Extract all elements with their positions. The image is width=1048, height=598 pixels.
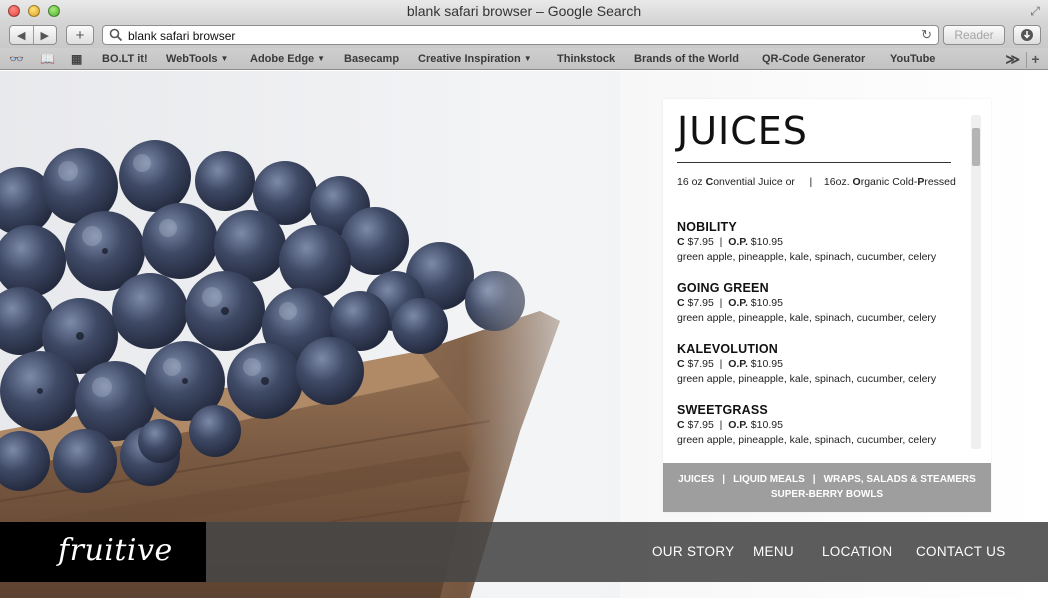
bookmark-item[interactable]: Basecamp bbox=[344, 53, 399, 65]
bookmark-item[interactable]: QR-Code Generator bbox=[762, 53, 865, 65]
chevron-down-icon: ▼ bbox=[220, 54, 229, 63]
bookmark-folder[interactable]: Creative Inspiration ▼ bbox=[418, 53, 532, 65]
bookmarks-book-icon[interactable]: 📖 bbox=[40, 52, 55, 66]
bookmark-folder[interactable]: Adobe Edge ▼ bbox=[250, 53, 325, 65]
add-bookmark-button[interactable]: + bbox=[66, 25, 94, 45]
nav-our-story[interactable]: OUR STORY bbox=[652, 544, 734, 559]
item-price: C $7.95 | O.P. $10.95 bbox=[677, 358, 783, 370]
menu-scrollbar[interactable] bbox=[971, 115, 981, 449]
item-price: C $7.95 | O.P. $10.95 bbox=[677, 419, 783, 431]
nav-location[interactable]: LOCATION bbox=[822, 544, 892, 559]
browser-toolbar: ◀ ▶ + blank safari browser ↻ Reader bbox=[0, 22, 1048, 48]
nav-contact-us[interactable]: CONTACT US bbox=[916, 544, 1006, 559]
address-bar[interactable]: blank safari browser ↻ bbox=[102, 25, 939, 45]
size-legend: 16 oz Convential Juice or | 16oz. Organi… bbox=[677, 176, 956, 188]
juice-menu-panel: JUICES 16 oz Convential Juice or | 16oz.… bbox=[663, 99, 991, 512]
bookmark-item[interactable]: BO.LT it! bbox=[102, 53, 148, 65]
menu-item: NOBILITY C $7.95 | O.P. $10.95 green app… bbox=[677, 220, 936, 263]
site-footer-nav: fruitive OUR STORY MENU LOCATION CONTACT… bbox=[0, 522, 1048, 582]
forward-button[interactable]: ▶ bbox=[34, 29, 57, 42]
search-icon bbox=[109, 28, 123, 42]
download-icon bbox=[1021, 29, 1033, 41]
tab-liquid-meals[interactable]: LIQUID MEALS bbox=[733, 474, 805, 485]
reload-icon[interactable]: ↻ bbox=[921, 27, 932, 43]
item-ingredients: green apple, pineapple, kale, spinach, c… bbox=[677, 434, 937, 446]
tab-super-berry-bowls[interactable]: SUPER-BERRY BOWLS bbox=[771, 489, 883, 500]
window-titlebar: blank safari browser – Google Search ⤢ bbox=[0, 0, 1048, 22]
scrollbar-thumb[interactable] bbox=[972, 128, 980, 166]
top-sites-grid-icon[interactable]: ▦ bbox=[71, 52, 82, 66]
downloads-button[interactable] bbox=[1013, 25, 1041, 45]
bookmarks-bar: 👓 📖 ▦ BO.LT it! WebTools ▼ Adobe Edge ▼ Ba… bbox=[0, 48, 1048, 70]
bookmarks-overflow-icon[interactable]: ≫ bbox=[1005, 51, 1020, 68]
back-forward-group: ◀ ▶ bbox=[9, 25, 57, 45]
back-button[interactable]: ◀ bbox=[10, 29, 33, 42]
reading-list-icon[interactable]: 👓 bbox=[9, 52, 24, 66]
chevron-down-icon: ▼ bbox=[523, 54, 532, 63]
new-tab-button[interactable]: + bbox=[1026, 52, 1044, 68]
item-price: C $7.95 | O.P. $10.95 bbox=[677, 297, 783, 309]
fullscreen-icon[interactable]: ⤢ bbox=[1028, 4, 1042, 18]
blueberries-hero-image bbox=[0, 71, 620, 598]
item-ingredients: green apple, pineapple, kale, spinach, c… bbox=[677, 312, 937, 324]
menu-item: KALEVOLUTION C $7.95 | O.P. $10.95 green… bbox=[677, 342, 936, 385]
divider bbox=[677, 162, 951, 163]
nav-menu[interactable]: MENU bbox=[753, 544, 794, 559]
item-ingredients: green apple, pineapple, kale, spinach, c… bbox=[677, 373, 937, 385]
tab-wraps-salads-steamers[interactable]: WRAPS, SALADS & STEAMERS bbox=[824, 474, 976, 485]
menu-item: GOING GREEN C $7.95 | O.P. $10.95 green … bbox=[677, 281, 936, 324]
url-text[interactable]: blank safari browser bbox=[128, 29, 235, 43]
menu-category-tabs: JUICES | LIQUID MEALS | WRAPS, SALADS & STEA… bbox=[663, 463, 991, 512]
logo-container[interactable]: fruitive bbox=[0, 522, 206, 582]
bookmark-folder[interactable]: WebTools ▼ bbox=[166, 53, 228, 65]
item-name: KALEVOLUTION bbox=[677, 342, 779, 356]
item-ingredients: green apple, pineapple, kale, spinach, c… bbox=[677, 251, 937, 263]
item-price: C $7.95 | O.P. $10.95 bbox=[677, 236, 783, 248]
web-page: JUICES 16 oz Convential Juice or | 16oz.… bbox=[0, 71, 1048, 598]
item-name: NOBILITY bbox=[677, 220, 737, 234]
menu-title: JUICES bbox=[677, 109, 808, 153]
bookmark-item[interactable]: YouTube bbox=[890, 53, 935, 65]
chevron-down-icon: ▼ bbox=[317, 54, 326, 63]
window-title: blank safari browser – Google Search bbox=[406, 3, 642, 19]
reader-button[interactable]: Reader bbox=[943, 25, 1005, 45]
item-name: GOING GREEN bbox=[677, 281, 769, 295]
menu-item: SWEETGRASS C $7.95 | O.P. $10.95 green a… bbox=[677, 403, 936, 446]
bookmark-item[interactable]: Brands of the World bbox=[634, 53, 739, 65]
bookmark-item[interactable]: Thinkstock bbox=[557, 53, 615, 65]
tab-juices[interactable]: JUICES bbox=[678, 474, 714, 485]
fruitive-logo[interactable]: fruitive bbox=[58, 533, 173, 568]
item-name: SWEETGRASS bbox=[677, 403, 768, 417]
